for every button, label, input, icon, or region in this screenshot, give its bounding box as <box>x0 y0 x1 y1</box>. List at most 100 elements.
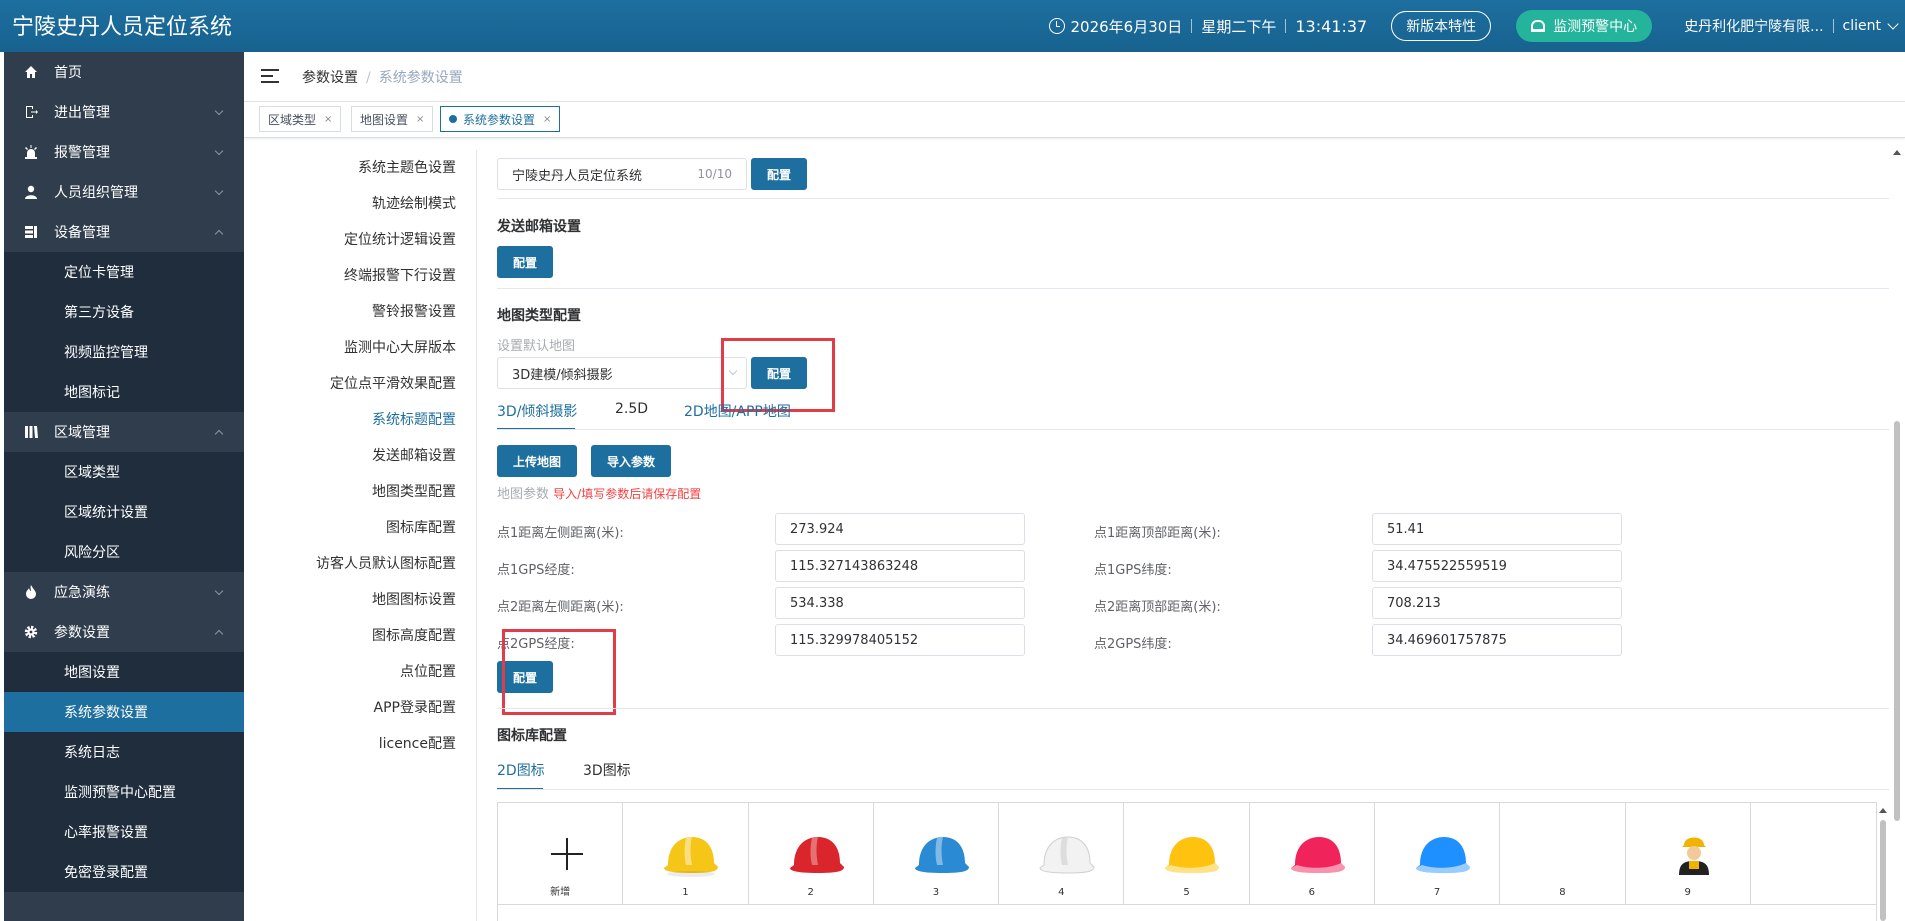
sidebar-item-people[interactable]: 人员组织管理 <box>4 172 244 212</box>
sidebar-item-devices[interactable]: 设备管理 <box>4 212 244 252</box>
p1-lat-input[interactable]: 34.475522559519 <box>1372 550 1622 582</box>
sidebar-item-drills[interactable]: 应急演练 <box>4 572 244 612</box>
settings-nav-item[interactable]: 警铃报警设置 <box>244 294 474 330</box>
tab-2d[interactable]: 2D地图/APP地图 <box>684 401 791 421</box>
sidebar-item-map-marks[interactable]: 地图标记 <box>4 372 244 412</box>
breadcrumb: 参数设置 / 系统参数设置 <box>302 70 463 86</box>
tab-area-types[interactable]: 区域类型 × <box>259 106 342 132</box>
import-params-button[interactable]: 导入参数 <box>591 445 671 477</box>
system-title-input[interactable]: 宁陵史丹人员定位系统 10/10 <box>497 158 747 190</box>
p1-top-input[interactable]: 51.41 <box>1372 513 1622 545</box>
highlight-box <box>502 629 616 715</box>
sidebar-item-system-log[interactable]: 系统日志 <box>4 732 244 772</box>
p2-lng-input[interactable]: 115.329978405152 <box>775 624 1025 656</box>
breadcrumb-parent[interactable]: 参数设置 <box>302 70 358 86</box>
char-count: 10/10 <box>697 167 732 181</box>
p2-lat-input[interactable]: 34.469601757875 <box>1372 624 1622 656</box>
tab-2d-icons[interactable]: 2D图标 <box>497 760 545 780</box>
settings-nav-item-active[interactable]: 系统标题配置 <box>244 402 474 438</box>
tab-map-settings[interactable]: 地图设置 × <box>351 106 434 132</box>
inner-scrollbar[interactable] <box>1877 802 1889 921</box>
settings-nav-item[interactable]: 终端报警下行设置 <box>244 258 474 294</box>
icon-cell[interactable]: 8 <box>1500 803 1626 905</box>
settings-nav-item[interactable]: 定位点平滑效果配置 <box>244 366 474 402</box>
icon-cell[interactable]: 7 <box>1374 803 1501 905</box>
settings-nav-item[interactable]: licence配置 <box>244 726 474 762</box>
sidebar-item-area-types[interactable]: 区域类型 <box>4 452 244 492</box>
icon-cell[interactable]: 9 <box>1625 803 1751 905</box>
tab-2-5d[interactable]: 2.5D <box>615 401 648 417</box>
sidebar-item-third-party[interactable]: 第三方设备 <box>4 292 244 332</box>
icon-cell[interactable]: 6 <box>1249 803 1375 905</box>
p1-left-input[interactable]: 273.924 <box>775 513 1025 545</box>
new-features-button[interactable]: 新版本特性 <box>1391 11 1492 41</box>
menu-toggle-icon[interactable] <box>261 69 279 83</box>
settings-nav-item[interactable]: 图标库配置 <box>244 510 474 546</box>
icon-cell[interactable]: 2 <box>748 803 874 905</box>
close-icon[interactable]: × <box>324 114 332 125</box>
divider <box>497 198 1889 199</box>
settings-nav-item[interactable]: 监测中心大屏版本 <box>244 330 474 366</box>
alarm-center-button[interactable]: 监测预警中心 <box>1516 10 1653 42</box>
settings-nav-item[interactable]: 发送邮箱设置 <box>244 438 474 474</box>
sidebar-item-system-params[interactable]: 系统参数设置 <box>4 692 244 732</box>
p2-top-input[interactable]: 708.213 <box>1372 587 1622 619</box>
sidebar-item-risk-zones[interactable]: 风险分区 <box>4 532 244 572</box>
close-icon[interactable]: × <box>416 114 424 125</box>
settings-nav-item[interactable]: 地图图标设置 <box>244 582 474 618</box>
page-scrollbar[interactable] <box>1891 146 1903 921</box>
field-label: 点1距离顶部距离(米): <box>1094 526 1221 541</box>
sidebar-item-passwordless[interactable]: 免密登录配置 <box>4 852 244 892</box>
icon-cell[interactable]: 3 <box>873 803 1000 905</box>
sidebar-item-monitor-config[interactable]: 监测预警中心配置 <box>4 772 244 812</box>
tab-system-params[interactable]: 系统参数设置 × <box>440 106 561 132</box>
close-icon[interactable]: × <box>543 114 551 125</box>
sidebar-item-alarm[interactable]: 报警管理 <box>4 132 244 172</box>
settings-nav-item[interactable]: 访客人员默认图标配置 <box>244 546 474 582</box>
divider <box>497 288 1889 289</box>
settings-nav-item[interactable]: APP登录配置 <box>244 690 474 726</box>
icon-caption: 6 <box>1308 887 1316 898</box>
sidebar-item-areas[interactable]: 区域管理 <box>4 412 244 452</box>
breadcrumb-current: 系统参数设置 <box>378 70 463 86</box>
default-map-label: 设置默认地图 <box>497 339 576 354</box>
user-menu[interactable]: client <box>1843 18 1899 34</box>
tab-3d[interactable]: 3D/倾斜摄影 <box>497 401 577 421</box>
title-config-button[interactable]: 配置 <box>751 158 807 190</box>
sidebar-item-label: 人员组织管理 <box>54 185 138 201</box>
pink-helmet-icon <box>1290 837 1345 873</box>
sidebar-item-area-stats[interactable]: 区域统计设置 <box>4 492 244 532</box>
scroll-up-icon[interactable] <box>1893 150 1901 155</box>
p2-left-input[interactable]: 534.338 <box>775 587 1025 619</box>
sidebar-item-params[interactable]: 参数设置 <box>4 612 244 652</box>
settings-nav-item[interactable]: 点位配置 <box>244 654 474 690</box>
divider <box>497 789 1889 790</box>
gear-icon <box>24 625 38 639</box>
p1-lng-input[interactable]: 115.327143863248 <box>775 550 1025 582</box>
add-icon-cell[interactable]: 新增 <box>498 803 624 905</box>
sidebar-item-map-settings[interactable]: 地图设置 <box>4 652 244 692</box>
field-label: 点2距离左侧距离(米): <box>497 600 624 615</box>
upload-map-button[interactable]: 上传地图 <box>497 445 577 477</box>
icon-cell[interactable]: 4 <box>999 803 1125 905</box>
sidebar: 首页 进出管理 报警管理 人员组织管理 设备管理 定位卡管理 第三方设备 视频监… <box>4 52 244 921</box>
default-map-select[interactable]: 3D建模/倾斜摄影 <box>497 357 747 389</box>
scroll-thumb[interactable] <box>1894 421 1900 821</box>
icon-caption: 5 <box>1183 887 1190 898</box>
settings-nav-item[interactable]: 地图类型配置 <box>244 474 474 510</box>
settings-nav-item[interactable]: 定位统计逻辑设置 <box>244 222 474 258</box>
icon-cell[interactable]: 1 <box>623 803 749 905</box>
sidebar-item-home[interactable]: 首页 <box>4 52 244 92</box>
sidebar-item-video[interactable]: 视频监控管理 <box>4 332 244 372</box>
settings-nav-item[interactable]: 系统主题色设置 <box>244 150 474 186</box>
settings-nav-item[interactable]: 轨迹绘制模式 <box>244 186 474 222</box>
plus-icon-stroke <box>566 838 568 870</box>
icon-cell[interactable]: 5 <box>1124 803 1250 905</box>
sidebar-item-access[interactable]: 进出管理 <box>4 92 244 132</box>
settings-nav-item[interactable]: 图标高度配置 <box>244 618 474 654</box>
tab-3d-icons[interactable]: 3D图标 <box>583 760 631 780</box>
mail-config-button[interactable]: 配置 <box>497 246 553 278</box>
sidebar-item-heart-rate[interactable]: 心率报警设置 <box>4 812 244 852</box>
sidebar-item-locator-cards[interactable]: 定位卡管理 <box>4 252 244 292</box>
exit-icon <box>26 106 38 118</box>
